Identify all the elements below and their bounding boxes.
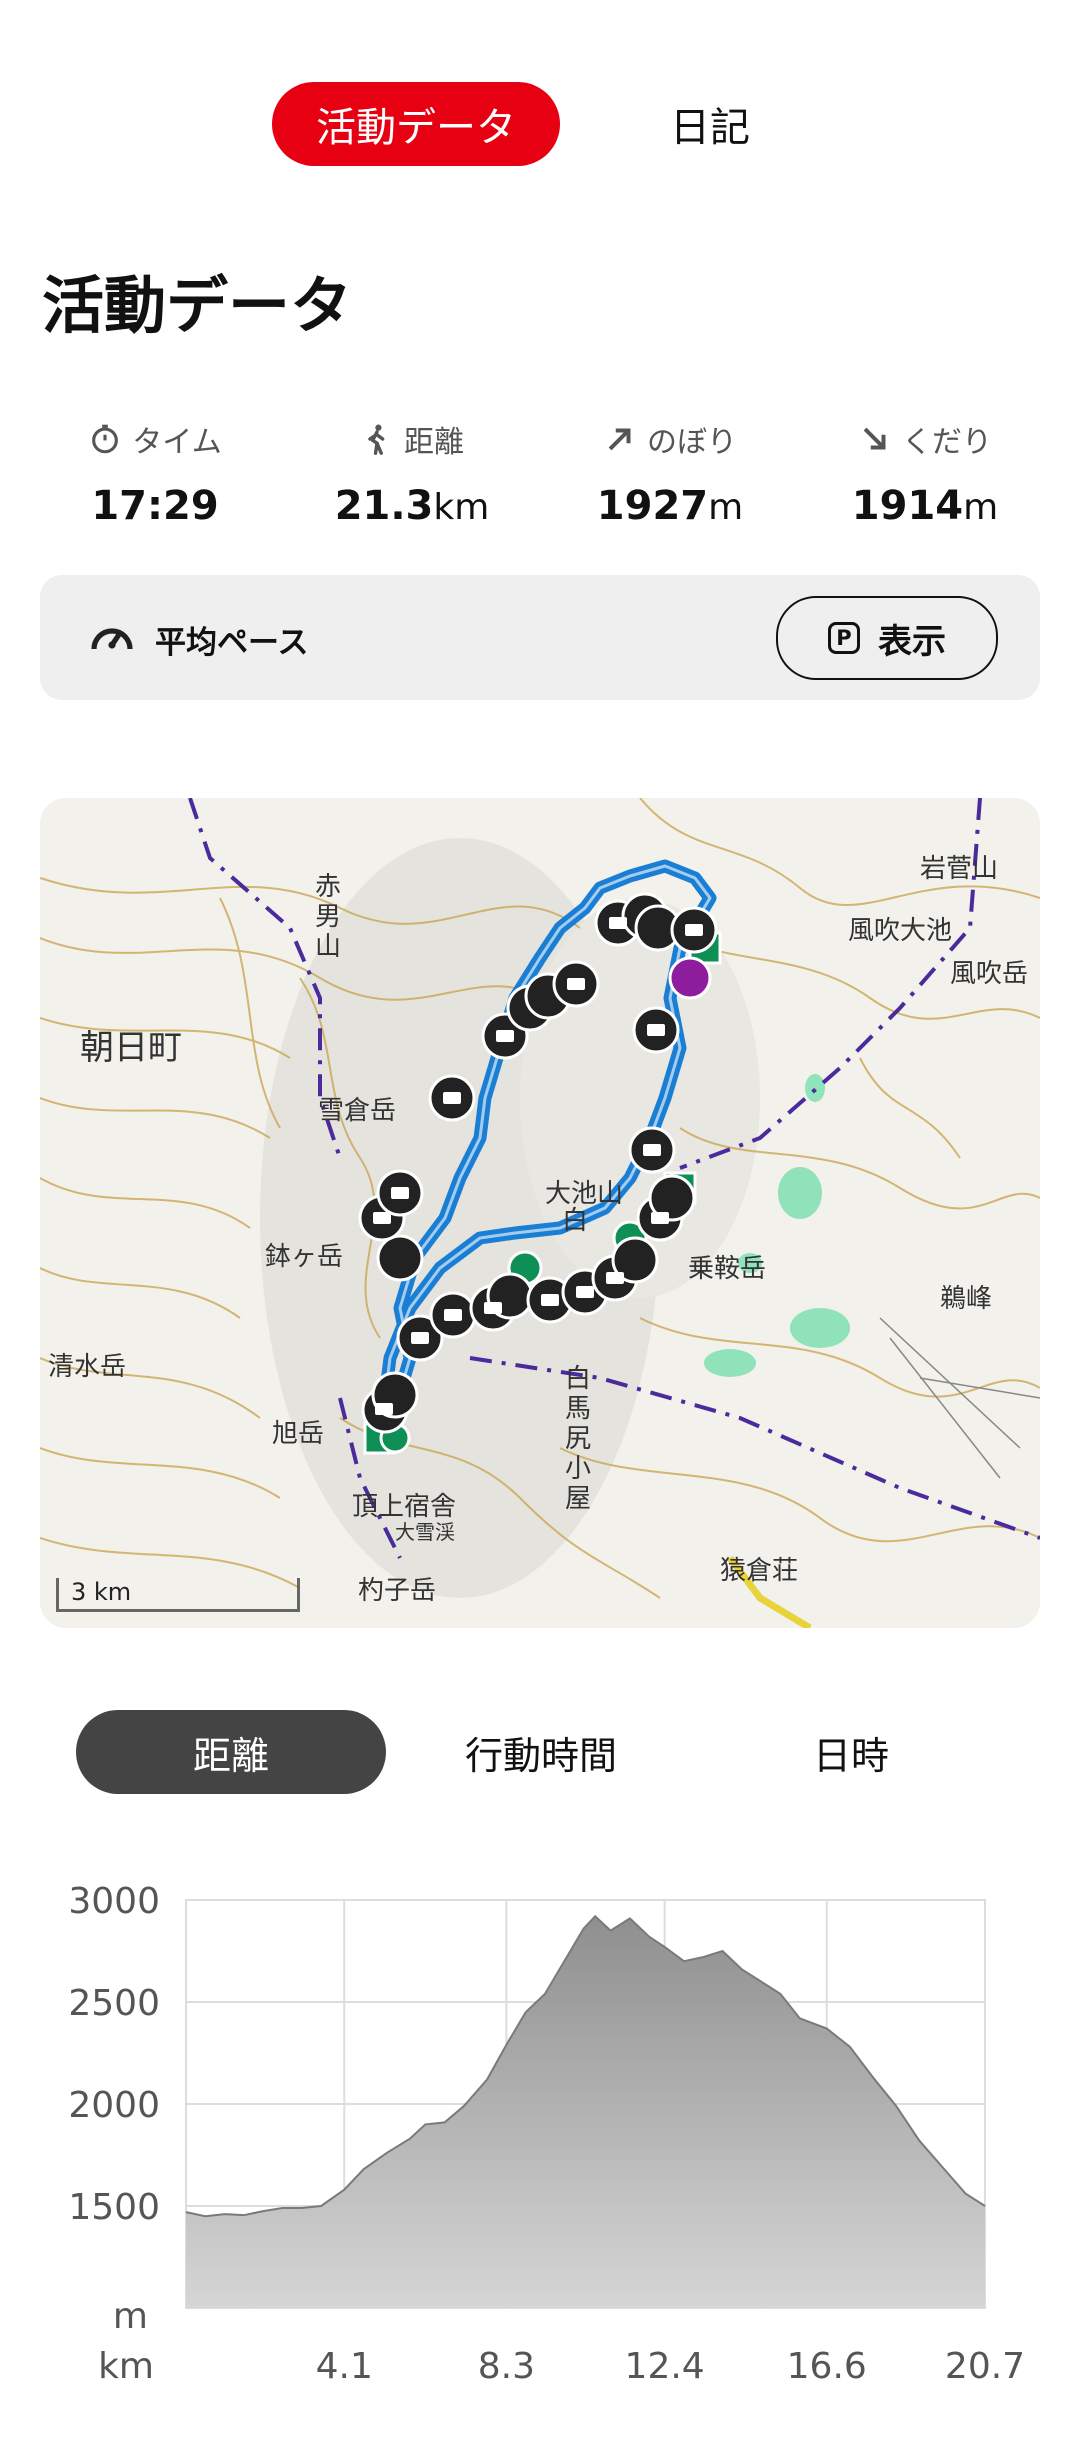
arrow-up-right-icon: [608, 428, 631, 451]
map-label-akaoyama-3: 山: [315, 932, 342, 962]
y-tick-label: 2500: [68, 1983, 160, 2024]
segment-moving-time[interactable]: 行動時間: [386, 1710, 696, 1794]
map-label-saruo-so: 猿倉荘: [720, 1556, 799, 1586]
stat-time-value: 17:29: [91, 483, 219, 529]
stat-distance-unit: km: [433, 487, 490, 528]
y-tick-label: 1500: [68, 2187, 160, 2228]
stat-ascent-label: のぼり: [647, 425, 737, 460]
map-label-asahi-town: 朝日町: [80, 1028, 182, 1068]
stat-descent-value: 1914: [851, 483, 964, 529]
x-axis-unit-label: km: [98, 2346, 154, 2387]
page-title: 活動データ: [42, 269, 353, 342]
stats-row: タイム 17:29 距離 21.3km のぼり 1927m くだり 1914m: [40, 415, 1040, 545]
map-label-kazefukidake: 風吹岳: [950, 959, 1029, 989]
stat-distance-label: 距離: [404, 425, 464, 460]
hot-spring-icon: [668, 956, 712, 1000]
chart-axis-selector: 距離 行動時間 日時: [76, 1710, 1006, 1794]
map-label-hachi: 鉢ヶ岳: [265, 1242, 344, 1272]
segment-distance[interactable]: 距離: [76, 1710, 386, 1794]
x-tick-label: 16.6: [787, 2346, 867, 2387]
stat-descent: くだり 1914m: [810, 415, 1040, 529]
y-tick-label: 2000: [68, 2085, 160, 2126]
map-scale-bar: 3 km: [56, 1578, 300, 1612]
x-tick-label: 20.7: [945, 2346, 1025, 2387]
y-axis-unit-label: m: [113, 2296, 148, 2337]
x-tick-label: 8.3: [478, 2346, 535, 2387]
show-pace-button-label: 表示: [878, 621, 946, 662]
stat-descent-unit: m: [963, 487, 999, 528]
map-label-shakushidake: 杓子岳: [358, 1576, 437, 1606]
x-tick-label: 4.1: [316, 2346, 373, 2387]
map-label-kazefuki-oike: 風吹大池: [848, 916, 953, 946]
top-tabs: 活動データ 日記: [0, 82, 1080, 168]
stat-distance-value: 21.3: [334, 483, 434, 529]
map-label-asahidake: 旭岳: [272, 1419, 325, 1449]
map-label-iwasugeyama: 岩菅山: [920, 854, 999, 884]
tab-activity-data[interactable]: 活動データ: [272, 82, 560, 166]
walker-icon: [368, 424, 385, 455]
y-tick-label: 3000: [68, 1881, 160, 1922]
average-pace-label: 平均ペース: [155, 625, 309, 661]
map-label-norikuradake: 乗鞍岳: [688, 1254, 767, 1284]
stat-ascent: のぼり 1927m: [555, 415, 785, 529]
map-label-oike-2: 白: [562, 1206, 589, 1236]
elevation-chart-svg: 3000 2500 2000 1500 m 4.1 8.3 12.4 16.6 20.7 km: [68, 1881, 1025, 2387]
speedometer-icon: [91, 628, 133, 650]
map-label-kiyomizudake: 清水岳: [48, 1352, 127, 1382]
show-pace-button[interactable]: P 表示: [776, 596, 998, 680]
map-label-tsuruo: 鵜峰: [940, 1284, 993, 1314]
segment-datetime[interactable]: 日時: [696, 1710, 1006, 1794]
map-label-daisekkei: 大雪渓: [395, 1520, 455, 1544]
arrow-down-right-icon: [863, 427, 886, 450]
map-label-yukikuradake: 雪倉岳: [318, 1096, 397, 1126]
route-map[interactable]: 朝日町 赤 男 山 雪倉岳 鉢ヶ岳 清水岳 旭岳 岩菅山 風吹大池 風吹岳 大池…: [40, 798, 1040, 1628]
stat-distance: 距離 21.3km: [297, 415, 527, 529]
stat-time-label: タイム: [132, 425, 222, 460]
stopwatch-icon: [92, 424, 119, 454]
elevation-chart: 3000 2500 2000 1500 m 4.1 8.3 12.4 16.6 20.7 km: [0, 1880, 1080, 2440]
stat-time: タイム 17:29: [40, 415, 270, 529]
parking-p-icon: P: [828, 622, 860, 654]
tab-diary[interactable]: 日記: [620, 82, 800, 166]
stat-ascent-unit: m: [708, 487, 744, 528]
stat-ascent-value: 1927: [596, 483, 709, 529]
map-label-hakubajiri-5: 屋: [565, 1484, 592, 1514]
x-tick-label: 12.4: [625, 2346, 705, 2387]
average-pace-bar: 平均ペース P 表示: [40, 575, 1040, 700]
stat-descent-label: くだり: [902, 425, 992, 460]
